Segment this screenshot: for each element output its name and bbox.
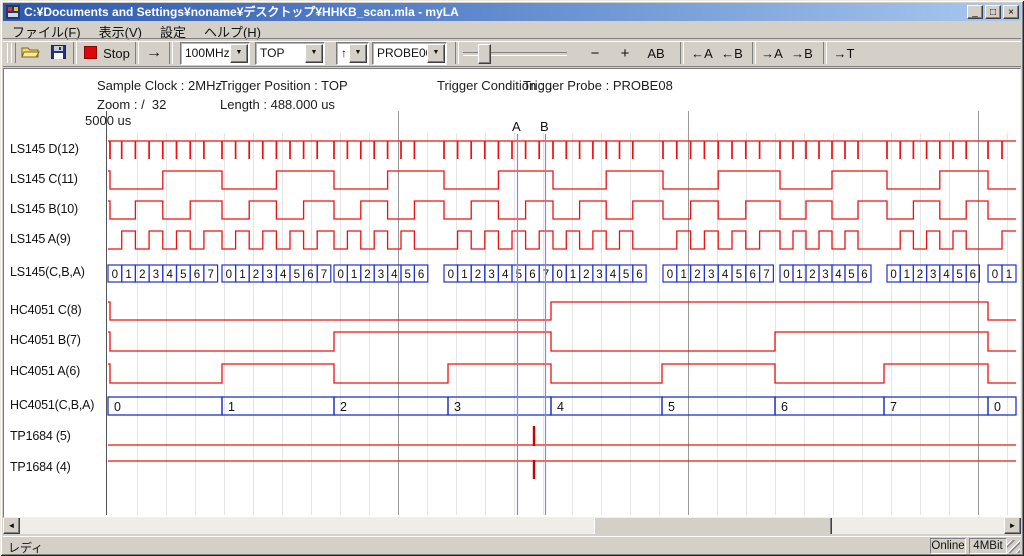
chevron-down-icon[interactable]: ▼: [230, 44, 248, 63]
resize-grip[interactable]: [1007, 540, 1020, 553]
toolbar-separator: [73, 42, 77, 64]
trigger-probe-combobox[interactable]: PROBE00 ▼: [372, 42, 447, 65]
toolbar-separator: [135, 42, 139, 64]
channel-label: TP1684 (5): [10, 429, 71, 443]
trigger-edge-combobox[interactable]: ↑ ▼: [336, 42, 369, 65]
channel-label: LS145 C(11): [10, 172, 78, 186]
scroll-right-button[interactable]: ►: [1004, 517, 1021, 534]
cursor-a-left-button[interactable]: ←A: [688, 42, 716, 64]
sample-clock-info: Sample Clock : 2MHz: [97, 78, 222, 93]
channel-label: LS145 A(9): [10, 232, 71, 246]
cursor-b-right-button[interactable]: →B: [788, 42, 816, 64]
channel-label: HC4051 B(7): [10, 333, 81, 347]
open-file-button[interactable]: [17, 42, 43, 64]
cursor-a-right-button[interactable]: →A: [758, 42, 786, 64]
status-bar: レディ Online 4MBit: [3, 536, 1021, 554]
toolbar-separator: [752, 42, 756, 64]
time-division-label: 5000 us: [85, 113, 131, 128]
channel-label: LS145(C,B,A): [10, 265, 85, 279]
zoom-slider-handle[interactable]: [478, 44, 491, 64]
chevron-down-icon[interactable]: ▼: [349, 44, 367, 63]
channel-label: LS145 B(10): [10, 202, 78, 216]
toolbar: Stop → 100MHz ▼ TOP ▼ ↑ ▼ PROBE00 ▼ − + …: [3, 40, 1021, 66]
zoom-info: Zoom : / 32: [97, 97, 166, 112]
toolbar-grip[interactable]: [11, 43, 16, 63]
title-bar[interactable]: C:¥Documents and Settings¥noname¥デスクトップ¥…: [3, 3, 1021, 21]
online-status-badge: Online: [930, 538, 966, 554]
menu-bar: ファイル(F)表示(V)設定ヘルプ(H): [3, 21, 1021, 38]
toolbar-separator: [455, 42, 459, 64]
toolbar-separator: [169, 42, 173, 64]
waveform-area[interactable]: [108, 133, 1016, 515]
zoom-in-button[interactable]: +: [613, 42, 637, 64]
sample-rate-combobox[interactable]: 100MHz ▼: [180, 42, 250, 65]
toolbar-separator: [823, 42, 827, 64]
run-button[interactable]: →: [141, 42, 167, 64]
chevron-down-icon[interactable]: ▼: [305, 44, 323, 63]
menu-item-file[interactable]: ファイル(F): [3, 21, 90, 38]
memory-status-badge: 4MBit: [969, 538, 1007, 554]
channel-label: TP1684 (4): [10, 460, 71, 474]
open-folder-icon: [21, 45, 40, 59]
zoom-out-button[interactable]: −: [583, 42, 607, 64]
channel-label: LS145 D(12): [10, 142, 79, 156]
menu-item-view[interactable]: 表示(V): [90, 21, 151, 38]
channel-label: HC4051(C,B,A): [10, 398, 94, 412]
cursor-a-label[interactable]: A: [512, 119, 521, 134]
scrollbar-thumb[interactable]: [594, 517, 832, 536]
floppy-disk-icon: [51, 45, 66, 59]
cursor-b-left-button[interactable]: ←B: [718, 42, 746, 64]
trigger-position-info: Trigger Position : TOP: [220, 78, 348, 93]
menu-item-settings[interactable]: 設定: [151, 21, 195, 38]
chevron-down-icon[interactable]: ▼: [427, 44, 445, 63]
stop-button[interactable]: Stop: [82, 42, 132, 64]
toolbar-separator: [680, 42, 684, 64]
goto-trigger-button[interactable]: →T: [830, 42, 858, 64]
maximize-button[interactable]: □: [985, 5, 1001, 19]
scroll-left-button[interactable]: ◄: [3, 517, 20, 534]
length-info: Length : 488.000 us: [220, 97, 335, 112]
stop-icon: [84, 46, 97, 59]
trigger-probe-info: Trigger Probe : PROBE08: [523, 78, 673, 93]
window-title: C:¥Documents and Settings¥noname¥デスクトップ¥…: [24, 3, 459, 21]
app-window: C:¥Documents and Settings¥noname¥デスクトップ¥…: [0, 0, 1024, 556]
cursor-b-label[interactable]: B: [540, 119, 549, 134]
channel-label: HC4051 A(6): [10, 364, 80, 378]
minimize-button[interactable]: _: [967, 5, 983, 19]
close-button[interactable]: ×: [1003, 5, 1019, 19]
channel-label: HC4051 C(8): [10, 303, 81, 317]
run-arrow-icon: →: [146, 44, 162, 61]
save-button[interactable]: [45, 42, 71, 64]
trigger-position-combobox[interactable]: TOP ▼: [255, 42, 325, 65]
horizontal-scrollbar[interactable]: ◄ ►: [3, 517, 1021, 534]
menu-item-help[interactable]: ヘルプ(H): [195, 21, 270, 38]
app-icon: [6, 5, 20, 19]
zoom-ab-button[interactable]: AB: [641, 42, 671, 64]
status-ready-text: レディ: [8, 539, 43, 556]
